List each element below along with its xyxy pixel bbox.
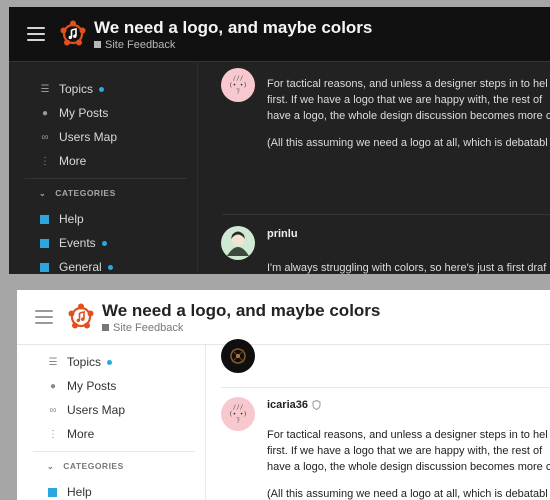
category-label: Events [59,236,96,250]
post-body-line: first. If we have a logo that we are hap… [267,445,543,457]
post-body-line: have a logo, the whole design discussion… [267,461,550,473]
unread-indicator [107,359,113,365]
sidebar-item-my-posts[interactable]: ● My Posts [46,376,116,396]
sidebar-category-help[interactable]: Help [38,209,84,229]
post-username[interactable]: icaria36 [267,399,308,411]
sidebar-item-label: Users Map [67,403,126,417]
category-badge-icon [94,41,101,48]
avatar-illustration-icon [230,348,246,364]
user-avatar[interactable]: /// (•_•) ? [221,397,255,431]
post-body-line: have a logo, the whole design discussion… [267,110,550,122]
user-icon: ● [41,107,49,119]
category-breadcrumb[interactable]: Site Feedback [94,39,372,51]
site-header: We need a logo, and maybe colors Site Fe… [9,7,550,62]
topic-title[interactable]: We need a logo, and maybe colors [94,18,372,38]
unread-indicator [101,240,107,246]
user-icon: ● [49,380,57,392]
sidebar-divider [33,451,195,452]
topic-stream: 2 /// (•_•) ? icaria36 For tactical reas… [207,339,550,500]
sidebar-item-users-map[interactable]: ∞ Users Map [38,127,117,147]
category-color-badge [40,262,49,272]
post-separator [221,387,550,388]
link-icon: ∞ [49,404,57,416]
layers-icon: ☰ [48,356,58,368]
post-body-line: first. If we have a logo that we are hap… [267,94,543,106]
sidebar-category-general[interactable]: General [38,257,113,274]
categories-section-toggle[interactable]: ⌄ CATEGORIES [39,186,116,200]
category-breadcrumb[interactable]: Site Feedback [102,322,380,334]
sidebar-category-help[interactable]: Help [46,482,92,500]
sidebar-category-events[interactable]: Events [38,233,107,253]
category-label: General [59,260,102,274]
post-body-line: For tactical reasons, and unless a desig… [267,429,548,441]
sidebar-divider [25,178,187,179]
sidebar-item-users-map[interactable]: ∞ Users Map [46,400,125,420]
post-separator [222,214,550,215]
user-avatar[interactable] [221,339,255,373]
sidebar-item-topics[interactable]: ☰ Topics [46,352,113,372]
unread-indicator [107,264,113,270]
sidebar-item-label: My Posts [67,379,117,393]
sidebar-item-label: Topics [67,355,102,369]
sidebar-item-my-posts[interactable]: ● My Posts [38,103,108,123]
category-color-badge [48,487,57,497]
svg-text:(•_•): (•_•) [229,82,247,89]
categories-heading: CATEGORIES [63,461,124,471]
user-avatar[interactable]: /// (•_•) ? [221,68,255,102]
hamburger-menu-icon[interactable] [35,310,53,324]
chevron-down-icon: ⌄ [47,461,55,471]
svg-text:?: ? [236,89,240,96]
svg-text:///: /// [233,404,244,411]
unread-indicator [99,86,105,92]
avatar-face-icon: /// (•_•) ? [229,404,247,425]
sidebar: ☰ Topics ● My Posts ∞ Users Map ⋮ More ⌄… [9,62,198,274]
sidebar-item-label: My Posts [59,106,109,120]
topic-title[interactable]: We need a logo, and maybe colors [102,301,380,321]
sidebar-item-label: More [67,427,95,441]
sidebar-item-label: More [59,154,87,168]
shield-icon [312,400,321,410]
chevron-down-icon: ⌄ [39,188,47,198]
svg-text:///: /// [233,75,244,82]
hamburger-menu-icon[interactable] [27,27,45,41]
category-label: Help [67,485,92,499]
ellipsis-vertical-icon: ⋮ [48,428,58,440]
sidebar-item-more[interactable]: ⋮ More [38,151,86,171]
categories-heading: CATEGORIES [55,188,116,198]
category-name: Site Feedback [105,38,176,51]
sidebar-item-label: Users Map [59,130,118,144]
topic-stream: /// (•_•) ? For tactical reasons, and un… [199,62,550,274]
svg-text:(•_•): (•_•) [229,411,247,418]
link-icon: ∞ [41,131,49,143]
dark-theme-screenshot: We need a logo, and maybe colors Site Fe… [9,7,550,274]
sidebar-item-topics[interactable]: ☰ Topics [38,79,105,99]
site-logo-icon[interactable] [67,303,95,331]
category-name: Site Feedback [113,321,184,334]
category-label: Help [59,212,84,226]
svg-text:?: ? [236,418,240,425]
light-theme-screenshot: We need a logo, and maybe colors Site Fe… [17,290,550,500]
category-color-badge [40,214,49,224]
site-logo-icon[interactable] [59,20,87,48]
post-username-row: icaria36 [267,399,321,411]
avatar-face-icon: /// (•_•) ? [229,75,247,96]
category-badge-icon [102,324,109,331]
user-avatar[interactable] [221,226,255,260]
sidebar: ☰ Topics ● My Posts ∞ Users Map ⋮ More ⌄… [17,345,206,500]
post-body-line: For tactical reasons, and unless a desig… [267,78,548,90]
post-body-aside: (All this assuming we need a logo at all… [267,137,548,149]
ellipsis-vertical-icon: ⋮ [40,155,50,167]
layers-icon: ☰ [40,83,50,95]
post-body-line: I'm always struggling with colors, so he… [267,262,547,274]
sidebar-item-more[interactable]: ⋮ More [46,424,94,444]
categories-section-toggle[interactable]: ⌄ CATEGORIES [47,459,124,473]
post-username[interactable]: prinlu [267,228,298,240]
sidebar-item-label: Topics [59,82,94,96]
category-color-badge [40,238,49,248]
post-body-aside: (All this assuming we need a logo at all… [267,488,548,500]
site-header: We need a logo, and maybe colors Site Fe… [17,290,550,345]
avatar-illustration-icon [227,231,249,256]
